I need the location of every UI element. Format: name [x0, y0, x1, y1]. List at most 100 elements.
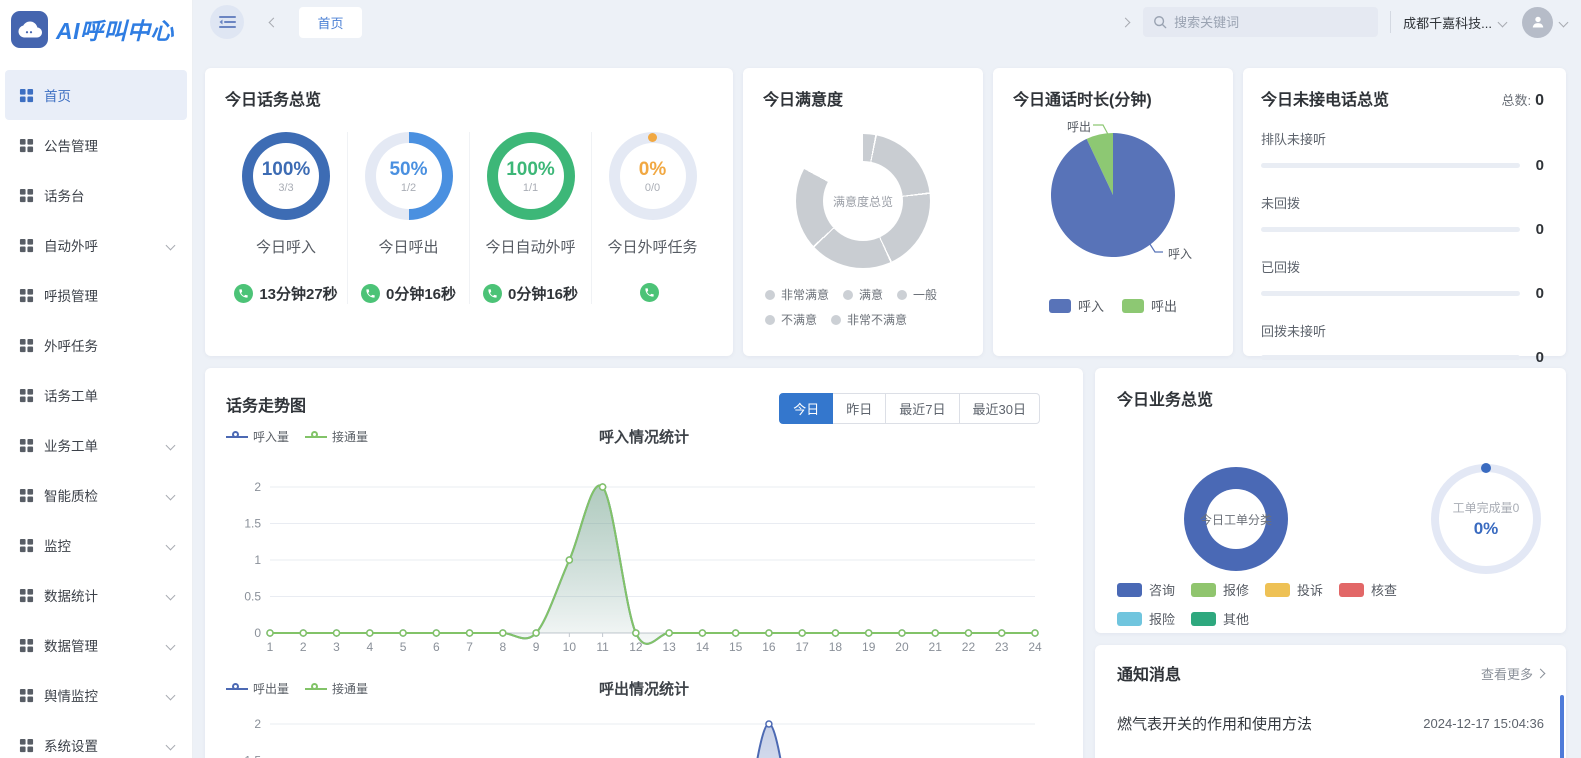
x-tick-label: 2: [300, 640, 307, 654]
call-stats-row: 100% 3/3 今日呼入 13分钟27秒 50% 1/2 今日呼出 0分钟16…: [225, 132, 713, 304]
missed-row-value: 0: [1530, 221, 1544, 238]
notices-scrollbar[interactable]: [1560, 695, 1564, 758]
trend-tab-3[interactable]: 最近30日: [960, 393, 1040, 424]
call-stat-2: 100% 1/1 今日自动外呼 0分钟16秒: [469, 132, 591, 304]
card-title: 今日业务总览: [1117, 386, 1544, 410]
pie-label-outbound: 呼出: [1067, 118, 1091, 135]
breadcrumb-tab-home[interactable]: 首页: [299, 7, 362, 38]
logo: AI呼叫中心: [0, 0, 192, 58]
business-legend-item[interactable]: 报险: [1117, 609, 1175, 628]
card-call-trend: 话务走势图 今日昨日最近7日最近30日 呼入量 接通量 呼入情况统计 21.51…: [205, 368, 1083, 758]
collapse-menu-icon: [219, 15, 236, 29]
y-tick-label: 1.5: [244, 754, 261, 758]
x-tick-label: 24: [1028, 640, 1042, 654]
missed-row-bar: [1261, 163, 1520, 168]
pie-label-inbound: 呼入: [1168, 245, 1192, 262]
stat-percent: 0%: [639, 159, 666, 181]
user-menu-caret-icon[interactable]: [1559, 17, 1569, 27]
sidebar-collapse-button[interactable]: [210, 5, 244, 39]
satisfaction-legend-item[interactable]: 非常满意: [765, 286, 829, 303]
legend-swatch: [1117, 583, 1142, 597]
stat-label: 今日呼入: [256, 236, 316, 257]
notice-list-item[interactable]: 燃气表开关的作用和使用方法 2024-12-17 15:04:36: [1117, 713, 1544, 734]
sidebar-item-10[interactable]: 数据统计: [0, 570, 192, 620]
y-tick-label: 0.5: [244, 590, 261, 604]
sidebar-item-9[interactable]: 监控: [0, 520, 192, 570]
phone-badge-icon: [234, 284, 253, 303]
sidebar-item-6[interactable]: 话务工单: [0, 370, 192, 420]
sidebar-item-2[interactable]: 话务台: [0, 170, 192, 220]
x-tick-label: 11: [596, 640, 609, 654]
cloud-icon: [18, 17, 42, 41]
satisfaction-legend-item[interactable]: 一般: [897, 286, 937, 303]
search-icon: [1153, 15, 1167, 29]
missed-row-1: 未回拨 0: [1261, 193, 1544, 238]
business-legend-item[interactable]: 咨询: [1117, 580, 1175, 599]
business-legend-item[interactable]: 报修: [1191, 580, 1249, 599]
breadcrumb-forward-icon[interactable]: [1121, 17, 1131, 27]
x-tick-label: 22: [962, 640, 976, 654]
sidebar-item-8[interactable]: 智能质检: [0, 470, 192, 520]
app-title: AI呼叫中心: [56, 12, 174, 46]
x-tick-label: 23: [995, 640, 1009, 654]
trend-tab-0[interactable]: 今日: [779, 393, 833, 424]
stat-percent: 100%: [506, 159, 555, 181]
business-legend-item[interactable]: 其他: [1191, 609, 1249, 628]
sidebar-item-label: 自动外呼: [44, 235, 98, 255]
pie-slice-呼入[interactable]: [1051, 133, 1175, 257]
legend-item-inbound[interactable]: 呼入: [1049, 296, 1104, 315]
top-header: 首页 成都千嘉科技...: [193, 0, 1581, 44]
sidebar-item-label: 数据管理: [44, 635, 98, 655]
stat-donut-chart: 100% 3/3: [242, 132, 330, 220]
data-point: [600, 484, 606, 490]
stat-ratio: 1/1: [523, 182, 538, 194]
x-tick-label: 21: [929, 640, 943, 654]
data-point: [467, 630, 473, 636]
trend-tab-2[interactable]: 最近7日: [886, 393, 959, 424]
x-tick-label: 6: [433, 640, 440, 654]
business-legend: 咨询报修投诉核查报险其他: [1117, 580, 1417, 628]
user-avatar[interactable]: [1522, 7, 1553, 38]
x-tick-label: 4: [366, 640, 373, 654]
stat-ratio: 0/0: [645, 182, 660, 194]
legend-dot: [831, 315, 841, 325]
business-legend-item[interactable]: 核查: [1339, 580, 1397, 599]
sidebar-item-3[interactable]: 自动外呼: [0, 220, 192, 270]
trend-tab-1[interactable]: 昨日: [833, 393, 886, 424]
sidebar-item-0[interactable]: 首页: [5, 70, 187, 120]
sidebar-item-7[interactable]: 业务工单: [0, 420, 192, 470]
sidebar-item-1[interactable]: 公告管理: [0, 120, 192, 170]
grid-icon: [19, 588, 34, 603]
view-more-link[interactable]: 查看更多: [1481, 664, 1544, 683]
sidebar-item-12[interactable]: 舆情监控: [0, 670, 192, 720]
legend-item-outbound[interactable]: 呼出: [1122, 296, 1177, 315]
sidebar-item-11[interactable]: 数据管理: [0, 620, 192, 670]
sidebar-item-label: 话务台: [44, 185, 85, 205]
global-search[interactable]: [1143, 7, 1378, 37]
satisfaction-legend-item[interactable]: 满意: [843, 286, 883, 303]
phone-icon: [644, 287, 655, 298]
phone-badge-icon: [640, 283, 659, 302]
x-tick-label: 3: [333, 640, 340, 654]
sidebar-item-4[interactable]: 呼损管理: [0, 270, 192, 320]
satisfaction-legend-item[interactable]: 非常不满意: [831, 311, 907, 328]
x-tick-label: 19: [862, 640, 876, 654]
sidebar-item-13[interactable]: 系统设置: [0, 720, 192, 758]
stat-donut-chart: 100% 1/1: [487, 132, 575, 220]
notice-title: 燃气表开关的作用和使用方法: [1117, 713, 1312, 734]
x-tick-label: 7: [466, 640, 473, 654]
company-caret-icon[interactable]: [1498, 17, 1508, 27]
app-logo-icon: [11, 11, 48, 48]
sidebar-item-5[interactable]: 外呼任务: [0, 320, 192, 370]
phone-icon: [365, 288, 376, 299]
search-input[interactable]: [1174, 15, 1354, 30]
legend-dot: [843, 290, 853, 300]
outbound-chart-title: 呼出情况统计: [226, 678, 1062, 699]
company-selector[interactable]: 成都千嘉科技...: [1403, 13, 1492, 32]
x-tick-label: 10: [563, 640, 577, 654]
breadcrumb-back-icon[interactable]: [269, 17, 279, 27]
business-legend-item[interactable]: 投诉: [1265, 580, 1323, 599]
legend-dot: [765, 315, 775, 325]
satisfaction-legend-item[interactable]: 不满意: [765, 311, 817, 328]
stat-label: 今日外呼任务: [607, 236, 697, 257]
